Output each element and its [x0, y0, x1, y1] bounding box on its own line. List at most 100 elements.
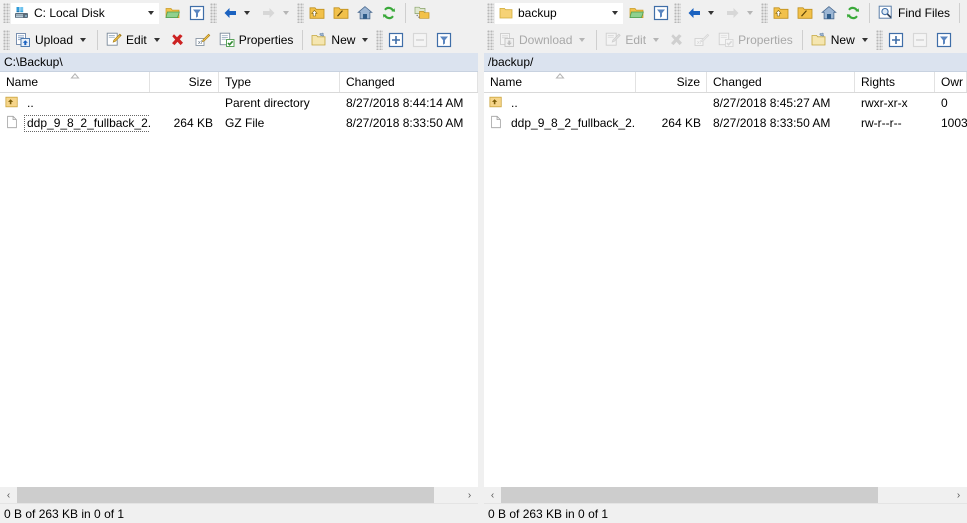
- local-column-name-label: Name: [6, 75, 39, 89]
- remote-find-files-button[interactable]: Find Files: [874, 2, 955, 24]
- back-dropdown-caret[interactable]: [244, 11, 250, 15]
- remote-edit-button: Edit: [601, 29, 666, 51]
- local-rename-button[interactable]: xl: [191, 29, 215, 51]
- remote-file-list[interactable]: .. 8/27/2018 8:45:27 AM rwxr-xr-x 0 ddp_…: [484, 93, 967, 486]
- local-file-list[interactable]: .. Parent directory 8/27/2018 8:44:14 AM…: [0, 93, 478, 486]
- remote-select-button[interactable]: [884, 29, 908, 51]
- remote-delete-button: [666, 29, 690, 51]
- local-refresh-button[interactable]: [377, 2, 401, 24]
- local-back-button[interactable]: [218, 2, 257, 24]
- remote-location-dropdown[interactable]: [607, 3, 622, 23]
- local-delete-button[interactable]: [167, 29, 191, 51]
- remote-column-rights[interactable]: Rights: [855, 72, 935, 92]
- toolbar-grip[interactable]: [487, 29, 494, 50]
- toolbar-grip[interactable]: [376, 29, 384, 50]
- back-dropdown-caret[interactable]: [708, 11, 714, 15]
- local-address-toolbar: C: Local Disk: [0, 0, 478, 27]
- local-location-value: C: Local Disk: [34, 6, 105, 20]
- remote-horizontal-scrollbar[interactable]: ‹ ›: [484, 486, 967, 503]
- table-row[interactable]: .. 8/27/2018 8:45:27 AM rwxr-xr-x 0: [484, 93, 967, 113]
- local-column-name[interactable]: Name: [0, 72, 150, 92]
- local-upload-button[interactable]: Upload: [11, 29, 93, 51]
- remote-column-changed[interactable]: Changed: [707, 72, 855, 92]
- remote-scroll-right-arrow[interactable]: ›: [950, 487, 967, 503]
- remote-scroll-left-arrow[interactable]: ‹: [484, 487, 501, 503]
- remote-column-size[interactable]: Size: [636, 72, 707, 92]
- new-dropdown-caret[interactable]: [861, 37, 868, 42]
- local-column-type[interactable]: Type: [219, 72, 340, 92]
- local-parent-directory-button[interactable]: [305, 2, 329, 24]
- remote-new-button[interactable]: New: [807, 29, 875, 51]
- toolbar-grip[interactable]: [674, 3, 681, 23]
- table-row[interactable]: ddp_9_8_2_fullback_2... 264 KB GZ File 8…: [0, 113, 478, 133]
- toolbar-separator: [97, 29, 99, 50]
- toolbar-grip[interactable]: [3, 3, 10, 23]
- toolbar-grip[interactable]: [761, 3, 768, 23]
- remote-open-directory-button[interactable]: [625, 2, 649, 24]
- remote-column-owner[interactable]: Owr: [935, 72, 967, 92]
- remote-status-text: 0 B of 263 KB in 0 of 1: [488, 506, 609, 521]
- local-select-button[interactable]: [384, 29, 408, 51]
- remote-column-headers: Name Size Changed Rights Owr: [484, 72, 967, 93]
- plus-select-icon: [888, 32, 904, 48]
- remote-invert-selection-button[interactable]: [932, 29, 956, 51]
- remote-back-button[interactable]: [682, 2, 721, 24]
- local-root-directory-button[interactable]: [329, 2, 353, 24]
- rename-icon: xl: [694, 32, 710, 48]
- remote-row1-name-cell[interactable]: ddp_9_8_2_fullback_2...: [484, 113, 636, 133]
- remote-column-name[interactable]: Name: [484, 72, 636, 92]
- toolbar-grip[interactable]: [3, 29, 10, 50]
- local-location-combo[interactable]: C: Local Disk: [11, 2, 159, 24]
- remote-home-directory-button[interactable]: [817, 2, 841, 24]
- local-scroll-track[interactable]: [17, 487, 461, 503]
- local-open-session-directory-button[interactable]: [410, 2, 434, 24]
- upload-dropdown-caret[interactable]: [80, 37, 87, 42]
- local-location-dropdown[interactable]: [143, 3, 158, 23]
- toolbar-separator: [869, 3, 870, 23]
- local-open-directory-button[interactable]: [161, 2, 185, 24]
- new-dropdown-caret[interactable]: [362, 37, 369, 42]
- remote-parent-directory-button[interactable]: [769, 2, 793, 24]
- local-scroll-thumb[interactable]: [17, 487, 435, 503]
- local-invert-selection-button[interactable]: [432, 29, 456, 51]
- remote-refresh-button[interactable]: [841, 2, 865, 24]
- remote-edit-label: Edit: [625, 32, 647, 47]
- local-scroll-left-arrow[interactable]: ‹: [0, 487, 17, 503]
- local-row1-size: 264 KB: [173, 116, 213, 130]
- remote-path-bar[interactable]: /backup/: [484, 53, 967, 72]
- remote-row0-changed: 8/27/2018 8:45:27 AM: [713, 96, 831, 110]
- remote-row0-name-cell[interactable]: ..: [484, 93, 636, 113]
- toolbar-grip[interactable]: [875, 29, 883, 50]
- local-horizontal-scrollbar[interactable]: ‹ ›: [0, 486, 478, 503]
- edit-dropdown-caret: [653, 37, 660, 42]
- local-edit-button[interactable]: Edit: [102, 29, 167, 51]
- local-row0-name-cell[interactable]: ..: [0, 93, 150, 113]
- local-new-button[interactable]: New: [307, 29, 375, 51]
- remote-filter-button[interactable]: [649, 2, 673, 24]
- toolbar-grip[interactable]: [487, 3, 494, 23]
- local-path-bar[interactable]: C:\Backup\: [0, 53, 478, 72]
- local-properties-button[interactable]: Properties: [215, 29, 299, 51]
- edit-dropdown-caret[interactable]: [153, 37, 160, 42]
- local-filter-button[interactable]: [185, 2, 209, 24]
- remote-folder-icon: [498, 5, 514, 21]
- remote-root-directory-button[interactable]: [793, 2, 817, 24]
- invert-selection-icon: [436, 32, 452, 48]
- toolbar-grip[interactable]: [297, 3, 304, 23]
- local-row1-name-cell[interactable]: ddp_9_8_2_fullback_2...: [0, 113, 150, 133]
- toolbar-grip[interactable]: [210, 3, 217, 23]
- remote-scroll-track[interactable]: [501, 487, 950, 503]
- table-row[interactable]: .. Parent directory 8/27/2018 8:44:14 AM: [0, 93, 478, 113]
- toolbar-separator: [302, 29, 304, 50]
- pencil-icon: [605, 32, 622, 48]
- remote-scroll-thumb[interactable]: [501, 487, 879, 503]
- file-icon: [489, 115, 505, 131]
- folder-up-icon: [773, 5, 789, 21]
- local-home-directory-button[interactable]: [353, 2, 377, 24]
- table-row[interactable]: ddp_9_8_2_fullback_2... 264 KB 8/27/2018…: [484, 113, 967, 133]
- download-icon: [499, 32, 515, 48]
- remote-location-combo[interactable]: backup: [495, 2, 623, 24]
- local-scroll-right-arrow[interactable]: ›: [461, 487, 478, 503]
- local-column-size[interactable]: Size: [150, 72, 219, 92]
- local-column-changed[interactable]: Changed: [340, 72, 478, 92]
